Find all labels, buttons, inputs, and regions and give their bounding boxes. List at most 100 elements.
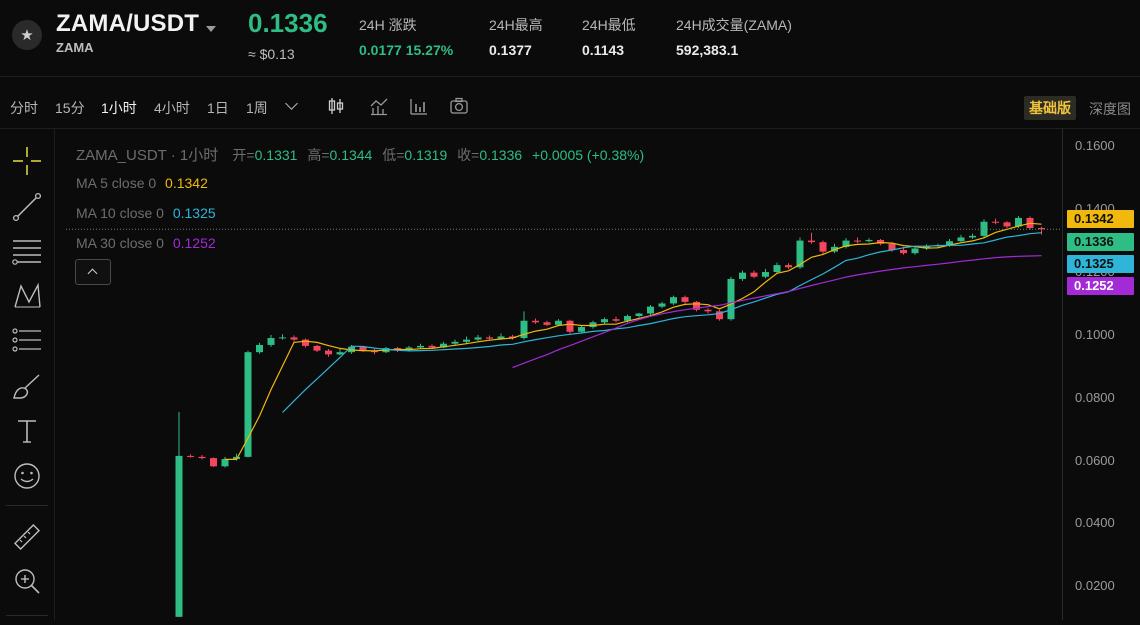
ohlc-legend: ZAMA_USDT · 1小时 开=0.1331 高=0.1344 低=0.13… (76, 144, 644, 165)
candle-body (785, 265, 792, 268)
ma30-label: MA 30 close 0 (76, 235, 164, 251)
candlestick-chart[interactable] (66, 129, 1062, 620)
ma5-line (225, 222, 1042, 460)
stat-label-high: 24H最高 (489, 17, 543, 33)
price-axis-tick: 0.1600 (1075, 138, 1115, 154)
legend-close: 0.1336 (479, 147, 523, 163)
collapse-legend-button[interactable] (75, 259, 111, 285)
candle-body (267, 338, 275, 345)
candle-body (279, 337, 286, 339)
pair-title[interactable]: ZAMA/USDT (56, 10, 199, 38)
crosshair-icon[interactable] (11, 145, 43, 177)
camera-icon[interactable] (449, 96, 469, 116)
price-tag-last: 0.1336 (1067, 233, 1134, 251)
candle-body (957, 237, 965, 242)
candle-body (256, 344, 263, 353)
ma30-value: 0.1252 (172, 235, 216, 251)
pattern-icon[interactable] (11, 280, 43, 312)
indicator-icon[interactable] (369, 96, 389, 116)
ma10-value: 0.1325 (172, 205, 216, 221)
price-tag-ma30: 0.1252 (1067, 277, 1134, 295)
candle-body (244, 352, 252, 457)
chevron-up-icon (87, 268, 98, 279)
candle-body (210, 458, 217, 467)
more-timeframes-chevron-icon[interactable] (285, 97, 298, 110)
timeframe-tab[interactable]: 1日 (207, 98, 229, 118)
stat-label-volume: 24H成交量(ZAMA) (676, 17, 792, 33)
candle-body (670, 297, 677, 304)
candle-body (601, 319, 608, 323)
candle-body (727, 278, 735, 320)
ma10-legend: MA 10 close 0 0.1325 (76, 205, 216, 221)
candle-body (336, 352, 344, 355)
candle-body (221, 459, 229, 467)
favorite-star-icon[interactable]: ★ (12, 20, 42, 50)
basic-view-button[interactable]: 基础版 (1024, 96, 1076, 120)
ma5-label: MA 5 close 0 (76, 175, 157, 191)
candle-body (900, 250, 907, 254)
candle-body (555, 320, 562, 325)
pair-dropdown-caret-icon[interactable] (206, 26, 216, 32)
timeframe-tab[interactable]: 15分 (55, 98, 85, 118)
legend-high-label: 高= (307, 147, 330, 163)
candle-body (750, 272, 758, 277)
horizontal-lines-icon[interactable] (11, 235, 43, 267)
price-axis[interactable]: 0.16000.14000.12000.10000.08000.06000.04… (1062, 129, 1140, 620)
zoom-in-icon[interactable] (11, 565, 43, 597)
ma30-legend: MA 30 close 0 0.1252 (76, 235, 216, 251)
legend-symbol: ZAMA_USDT · 1小时 (76, 147, 219, 164)
depth-chart-tab[interactable]: 深度图 (1089, 99, 1131, 119)
candle-body (290, 337, 298, 340)
text-icon[interactable] (11, 415, 43, 447)
brush-icon[interactable] (11, 371, 43, 403)
timeframe-tab[interactable]: 分时 (10, 98, 38, 118)
ruler-icon[interactable] (11, 521, 43, 553)
legend-open: 0.1331 (254, 147, 298, 163)
candle-body (681, 297, 689, 302)
legend-high: 0.1344 (329, 147, 373, 163)
price-tag-ma5: 0.1342 (1067, 210, 1134, 228)
chart-toolbar: 分时 15分 1小时 4小时 1日 1周 基础版 深度图 (0, 86, 1140, 129)
candle-body (474, 337, 482, 340)
stat-value-high: 0.1377 (489, 42, 532, 58)
candle-body (635, 313, 643, 317)
stat-label-low: 24H最低 (582, 17, 636, 33)
stat-value-change: 0.0177 15.27% (359, 42, 454, 58)
trendline-icon[interactable] (11, 191, 43, 223)
candle-body (992, 221, 999, 223)
candle-body (175, 455, 183, 617)
toolbar-divider (6, 615, 48, 616)
volume-bars-icon[interactable] (409, 96, 429, 116)
candle-body (969, 235, 976, 238)
timeframe-tab[interactable]: 1周 (246, 98, 268, 118)
candle-body (566, 320, 574, 332)
candle-body (325, 350, 332, 355)
candle-body (704, 309, 712, 312)
candle-body (417, 345, 424, 348)
timeframe-tab[interactable]: 4小时 (154, 98, 190, 118)
price-axis-tick: 0.0200 (1075, 578, 1115, 594)
candle-body (451, 341, 459, 344)
candle-body (612, 319, 620, 321)
candle-body (1003, 222, 1011, 227)
candle-body (428, 345, 436, 348)
candle-body (302, 339, 309, 346)
fib-icon[interactable] (11, 325, 43, 357)
price-axis-tick: 0.1000 (1075, 326, 1115, 342)
usd-price: ≈ $0.13 (248, 46, 295, 62)
candle-body (313, 345, 321, 351)
legend-close-label: 收= (457, 147, 480, 163)
toolbar-divider (6, 505, 48, 506)
candle-body (578, 327, 585, 332)
emoji-icon[interactable] (11, 460, 43, 492)
candle-body (532, 320, 539, 323)
ticker-header: ★ ZAMA/USDT ZAMA 0.1336 ≈ $0.13 24H 涨跌 0… (0, 0, 1140, 77)
candle-body (543, 322, 551, 325)
candlestick-icon[interactable] (326, 96, 346, 116)
candle-body (463, 339, 470, 342)
candle-body (198, 456, 206, 459)
legend-low: 0.1319 (404, 147, 448, 163)
chart-canvas[interactable] (66, 129, 1062, 620)
candle-body (658, 303, 666, 307)
timeframe-tab-active[interactable]: 1小时 (101, 98, 137, 118)
